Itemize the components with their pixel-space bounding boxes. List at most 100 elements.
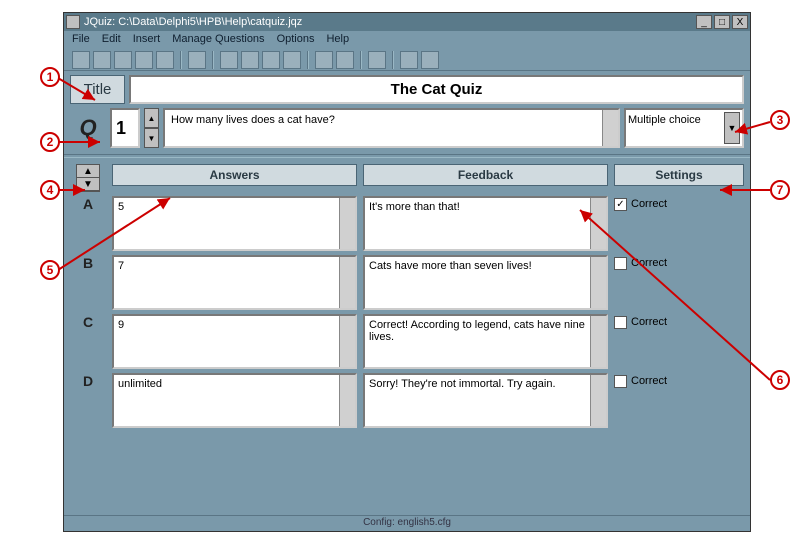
feedback-input[interactable]: Sorry! They're not immortal. Try again. [363,373,608,428]
scrollbar[interactable] [339,198,355,249]
correct-label: Correct [631,257,667,269]
title-label: Title [70,75,125,104]
folder2-icon[interactable] [241,51,259,69]
answer-text: 7 [118,260,124,272]
append-icon[interactable] [135,51,153,69]
answer-input[interactable]: 5 [112,196,357,251]
correct-checkbox[interactable] [614,257,627,270]
callout-6: 6 [770,370,790,390]
menubar: File Edit Insert Manage Questions Option… [64,31,750,49]
question-text-value: How many lives does a cat have? [171,114,335,126]
menu-edit[interactable]: Edit [102,33,121,47]
title-input[interactable]: The Cat Quiz [129,75,744,104]
menu-insert[interactable]: Insert [133,33,161,47]
row-letter: B [77,255,99,271]
save-icon[interactable] [114,51,132,69]
menu-manage-questions[interactable]: Manage Questions [172,33,264,47]
callout-5: 5 [40,260,60,280]
app-window: JQuiz: C:\Data\Delphi5\HPB\Help\catquiz.… [63,12,751,532]
close-button[interactable]: X [732,15,748,29]
row-letter: D [77,373,99,389]
answer-text: 9 [118,319,124,331]
chevron-down-icon[interactable]: ▼ [77,178,99,191]
answer-input[interactable]: unlimited [112,373,357,428]
feedback-text: Cats have more than seven lives! [369,260,532,272]
tool-a-icon[interactable] [315,51,333,69]
new-icon[interactable] [72,51,90,69]
chevron-down-icon[interactable]: ▼ [724,112,740,144]
feedback-input[interactable]: Correct! According to legend, cats have … [363,314,608,369]
feedback-text: Correct! According to legend, cats have … [369,319,585,343]
tool-d-icon[interactable] [400,51,418,69]
menu-help[interactable]: Help [326,33,349,47]
chevron-up-icon[interactable]: ▲ [144,108,159,128]
answer-row: D unlimited Sorry! They're not immortal.… [70,373,744,432]
chevron-down-icon[interactable]: ▼ [144,128,159,148]
scrollbar[interactable] [339,375,355,426]
answer-input[interactable]: 9 [112,314,357,369]
answers-header: Answers [112,164,357,186]
callout-1: 1 [40,67,60,87]
statusbar: Config: english5.cfg [64,515,750,531]
correct-checkbox[interactable] [614,375,627,388]
answer-text: unlimited [118,378,162,390]
question-number-input[interactable]: 1 [110,108,140,148]
tool-b-icon[interactable] [336,51,354,69]
answer-nav-stepper[interactable]: ▲ ▼ [76,164,100,192]
correct-checkbox[interactable] [614,198,627,211]
scrollbar[interactable] [590,375,606,426]
feedback-header: Feedback [363,164,608,186]
open-icon[interactable] [93,51,111,69]
settings-header: Settings [614,164,744,186]
separator-icon [360,51,362,69]
tool-e-icon[interactable] [421,51,439,69]
row-letter: A [77,196,99,212]
row-letter: C [77,314,99,330]
tool-c-icon[interactable] [368,51,386,69]
titlebar: JQuiz: C:\Data\Delphi5\HPB\Help\catquiz.… [64,13,750,31]
pref-icon[interactable] [156,51,174,69]
chevron-up-icon[interactable]: ▲ [77,165,99,178]
export2-icon[interactable] [283,51,301,69]
callout-4: 4 [40,180,60,200]
question-symbol: Q [70,108,106,148]
scrollbar[interactable] [590,316,606,367]
correct-label: Correct [631,198,667,210]
separator-icon [392,51,394,69]
scrollbar[interactable] [590,198,606,249]
scrollbar[interactable] [339,316,355,367]
answer-text: 5 [118,201,124,213]
feedback-input[interactable]: It's more than that! [363,196,608,251]
feedback-input[interactable]: Cats have more than seven lives! [363,255,608,310]
question-number-stepper[interactable]: ▲ ▼ [144,108,159,148]
export-icon[interactable] [262,51,280,69]
callout-7: 7 [770,180,790,200]
menu-options[interactable]: Options [277,33,315,47]
maximize-button[interactable]: □ [714,15,730,29]
separator-icon [307,51,309,69]
scrollbar[interactable] [602,110,618,146]
question-type-select[interactable]: Multiple choice ▼ [624,108,744,148]
callout-2: 2 [40,132,60,152]
scrollbar[interactable] [590,257,606,308]
callout-3: 3 [770,110,790,130]
answer-input[interactable]: 7 [112,255,357,310]
app-icon [66,15,80,29]
undo-icon[interactable] [188,51,206,69]
folder-icon[interactable] [220,51,238,69]
feedback-text: Sorry! They're not immortal. Try again. [369,378,556,390]
menu-file[interactable]: File [72,33,90,47]
question-type-value: Multiple choice [628,114,701,126]
correct-label: Correct [631,316,667,328]
answer-row: B 7 Cats have more than seven lives! Cor… [70,255,744,314]
separator-icon [180,51,182,69]
correct-checkbox[interactable] [614,316,627,329]
feedback-text: It's more than that! [369,201,460,213]
separator-icon [212,51,214,69]
minimize-button[interactable]: _ [696,15,712,29]
answer-row: C 9 Correct! According to legend, cats h… [70,314,744,373]
titlebar-text: JQuiz: C:\Data\Delphi5\HPB\Help\catquiz.… [84,16,694,28]
answer-row: A 5 It's more than that! Correct [70,196,744,255]
question-text-input[interactable]: How many lives does a cat have? [163,108,620,148]
scrollbar[interactable] [339,257,355,308]
